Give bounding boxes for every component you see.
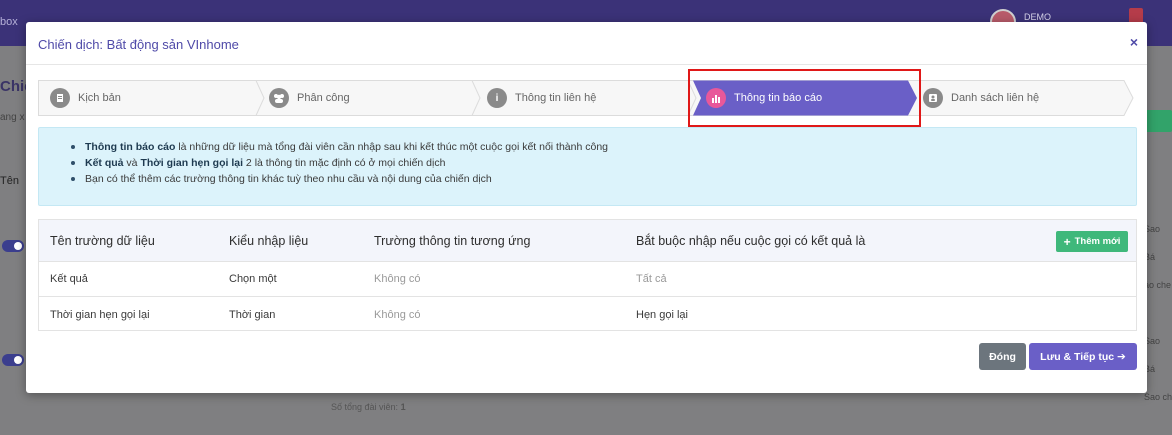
- plus-icon: +: [1063, 234, 1071, 249]
- column-header: Kiểu nhập liệu: [229, 233, 309, 248]
- add-field-button[interactable]: + Thêm mới: [1056, 231, 1128, 252]
- column-header-fragment: Tên: [0, 175, 19, 187]
- step-thong-tin-lien-he[interactable]: i Thông tin liên hệ: [487, 80, 596, 116]
- report-fields-table: Tên trường dữ liệu Kiểu nhập liệu Trường…: [38, 219, 1137, 331]
- step-label: Danh sách liên hệ: [951, 92, 1040, 104]
- column-header: Tên trường dữ liệu: [50, 233, 155, 248]
- step-label: Thông tin liên hệ: [515, 92, 597, 104]
- column-header: Bắt buộc nhập nếu cuộc gọi có kết quả là: [636, 233, 866, 248]
- table-header: Tên trường dữ liệu Kiểu nhập liệu Trường…: [39, 220, 1136, 262]
- info-alert: Thông tin báo cáo là những dữ liệu mà tổ…: [38, 127, 1137, 206]
- close-icon[interactable]: ×: [1130, 34, 1138, 50]
- mapped-field: Không có: [374, 308, 421, 321]
- agent-count: Số tổng đài viên: 1: [331, 402, 406, 412]
- input-type: Thời gian: [229, 308, 276, 321]
- mapped-field: Không có: [374, 273, 421, 285]
- step-label: Phân công: [297, 92, 350, 104]
- save-continue-button[interactable]: Lưu & Tiếp tục ➔: [1029, 343, 1137, 370]
- contact-list-icon: [923, 88, 943, 108]
- side-action-label[interactable]: ảo che: [1144, 280, 1171, 290]
- campaign-toggle[interactable]: [2, 354, 24, 366]
- info-line: Thông tin báo cáo là những dữ liệu mà tổ…: [71, 139, 1136, 155]
- modal-title: Chiến dịch: Bất động sản VInhome: [38, 37, 239, 52]
- close-button[interactable]: Đóng: [979, 343, 1026, 370]
- table-row[interactable]: Kết quả Chọn một Không có Tất cả: [39, 262, 1136, 297]
- required-when: Hẹn gọi lại: [636, 308, 688, 321]
- step-phan-cong[interactable]: Phân công: [269, 80, 350, 116]
- info-icon: i: [487, 88, 507, 108]
- step-danh-sach-lien-he[interactable]: Danh sách liên hệ: [923, 80, 1039, 116]
- required-when: Tất cả: [636, 273, 667, 285]
- info-line: Kết quả và Thời gian hẹn gọi lại 2 là th…: [71, 155, 1136, 171]
- step-kich-ban[interactable]: Kịch bản: [50, 80, 121, 116]
- campaign-modal: Chiến dịch: Bất động sản VInhome × Kịch …: [26, 22, 1147, 393]
- user-label: DEMO: [1024, 12, 1051, 22]
- column-header: Trường thông tin tương ứng: [374, 233, 531, 248]
- document-icon: [50, 88, 70, 108]
- info-line: Bạn có thể thêm các trường thông tin khá…: [71, 171, 1136, 187]
- step-label: Kịch bản: [78, 92, 121, 104]
- table-row[interactable]: Thời gian hẹn gọi lại Thời gian Không có…: [39, 297, 1136, 332]
- modal-header: Chiến dịch: Bất động sản VInhome ×: [26, 22, 1147, 65]
- campaign-toggle[interactable]: [2, 240, 24, 252]
- team-icon: [269, 88, 289, 108]
- input-type: Chọn một: [229, 273, 277, 285]
- field-name: Thời gian hẹn gọi lại: [50, 308, 150, 321]
- active-step-highlight: [688, 69, 921, 127]
- app-brand-fragment: box: [0, 16, 18, 28]
- page-subtitle-fragment: ang x: [0, 112, 25, 123]
- wizard-stepper: Kịch bản Phân công i Thông tin liên hệ T…: [38, 80, 1134, 116]
- side-action-label[interactable]: Sao che: [1144, 392, 1172, 402]
- field-name: Kết quả: [50, 273, 88, 285]
